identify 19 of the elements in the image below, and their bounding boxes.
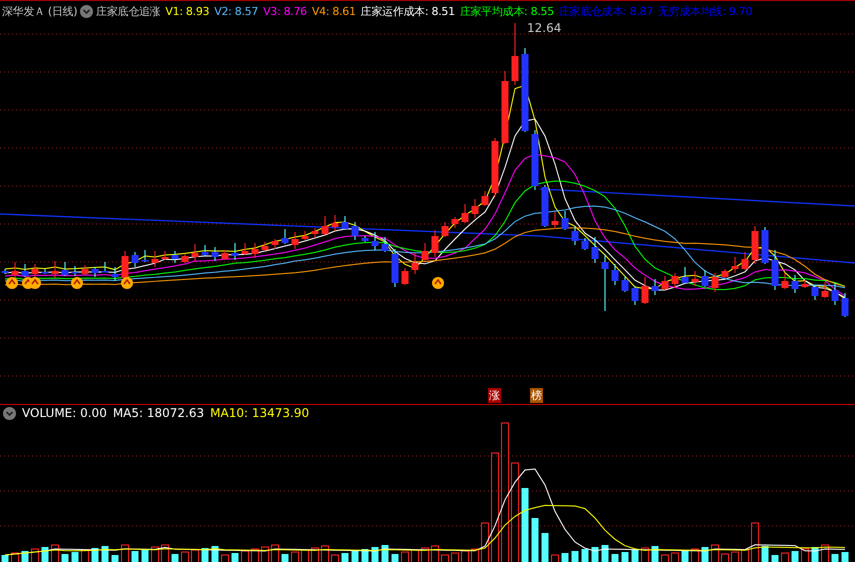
- indicator-value: V2: 8.57: [214, 4, 258, 18]
- dropdown-icon[interactable]: [3, 406, 16, 420]
- volume-value: VOLUME: 0.00: [22, 406, 107, 420]
- indicator-name: 庄家底仓追涨: [96, 4, 160, 18]
- volume-value: MA5: 18072.63: [112, 406, 204, 420]
- indicator-value: V1: 8.93: [165, 4, 210, 18]
- dropdown-icon[interactable]: [80, 4, 94, 18]
- indicator-value: 无穷成本均线: 9.70: [658, 4, 752, 18]
- indicator-value: 庄家平均成本: 8.55: [460, 4, 554, 18]
- indicator-value: V4: 8.61: [312, 4, 356, 18]
- event-tag: 涨: [488, 388, 501, 403]
- volume-value: MA10: 13473.90: [210, 406, 310, 420]
- indicator-value: 庄家底仓成本: 8.87: [558, 4, 654, 18]
- indicator-value: 庄家运作成本: 8.51: [360, 4, 455, 18]
- stock-name: 深华发Ａ: [2, 4, 45, 18]
- period-label: (日线): [48, 4, 78, 18]
- indicator-value: V3: 8.76: [263, 4, 307, 18]
- peak-price-label: 12.64: [527, 21, 562, 35]
- event-tag: 榜: [530, 388, 543, 403]
